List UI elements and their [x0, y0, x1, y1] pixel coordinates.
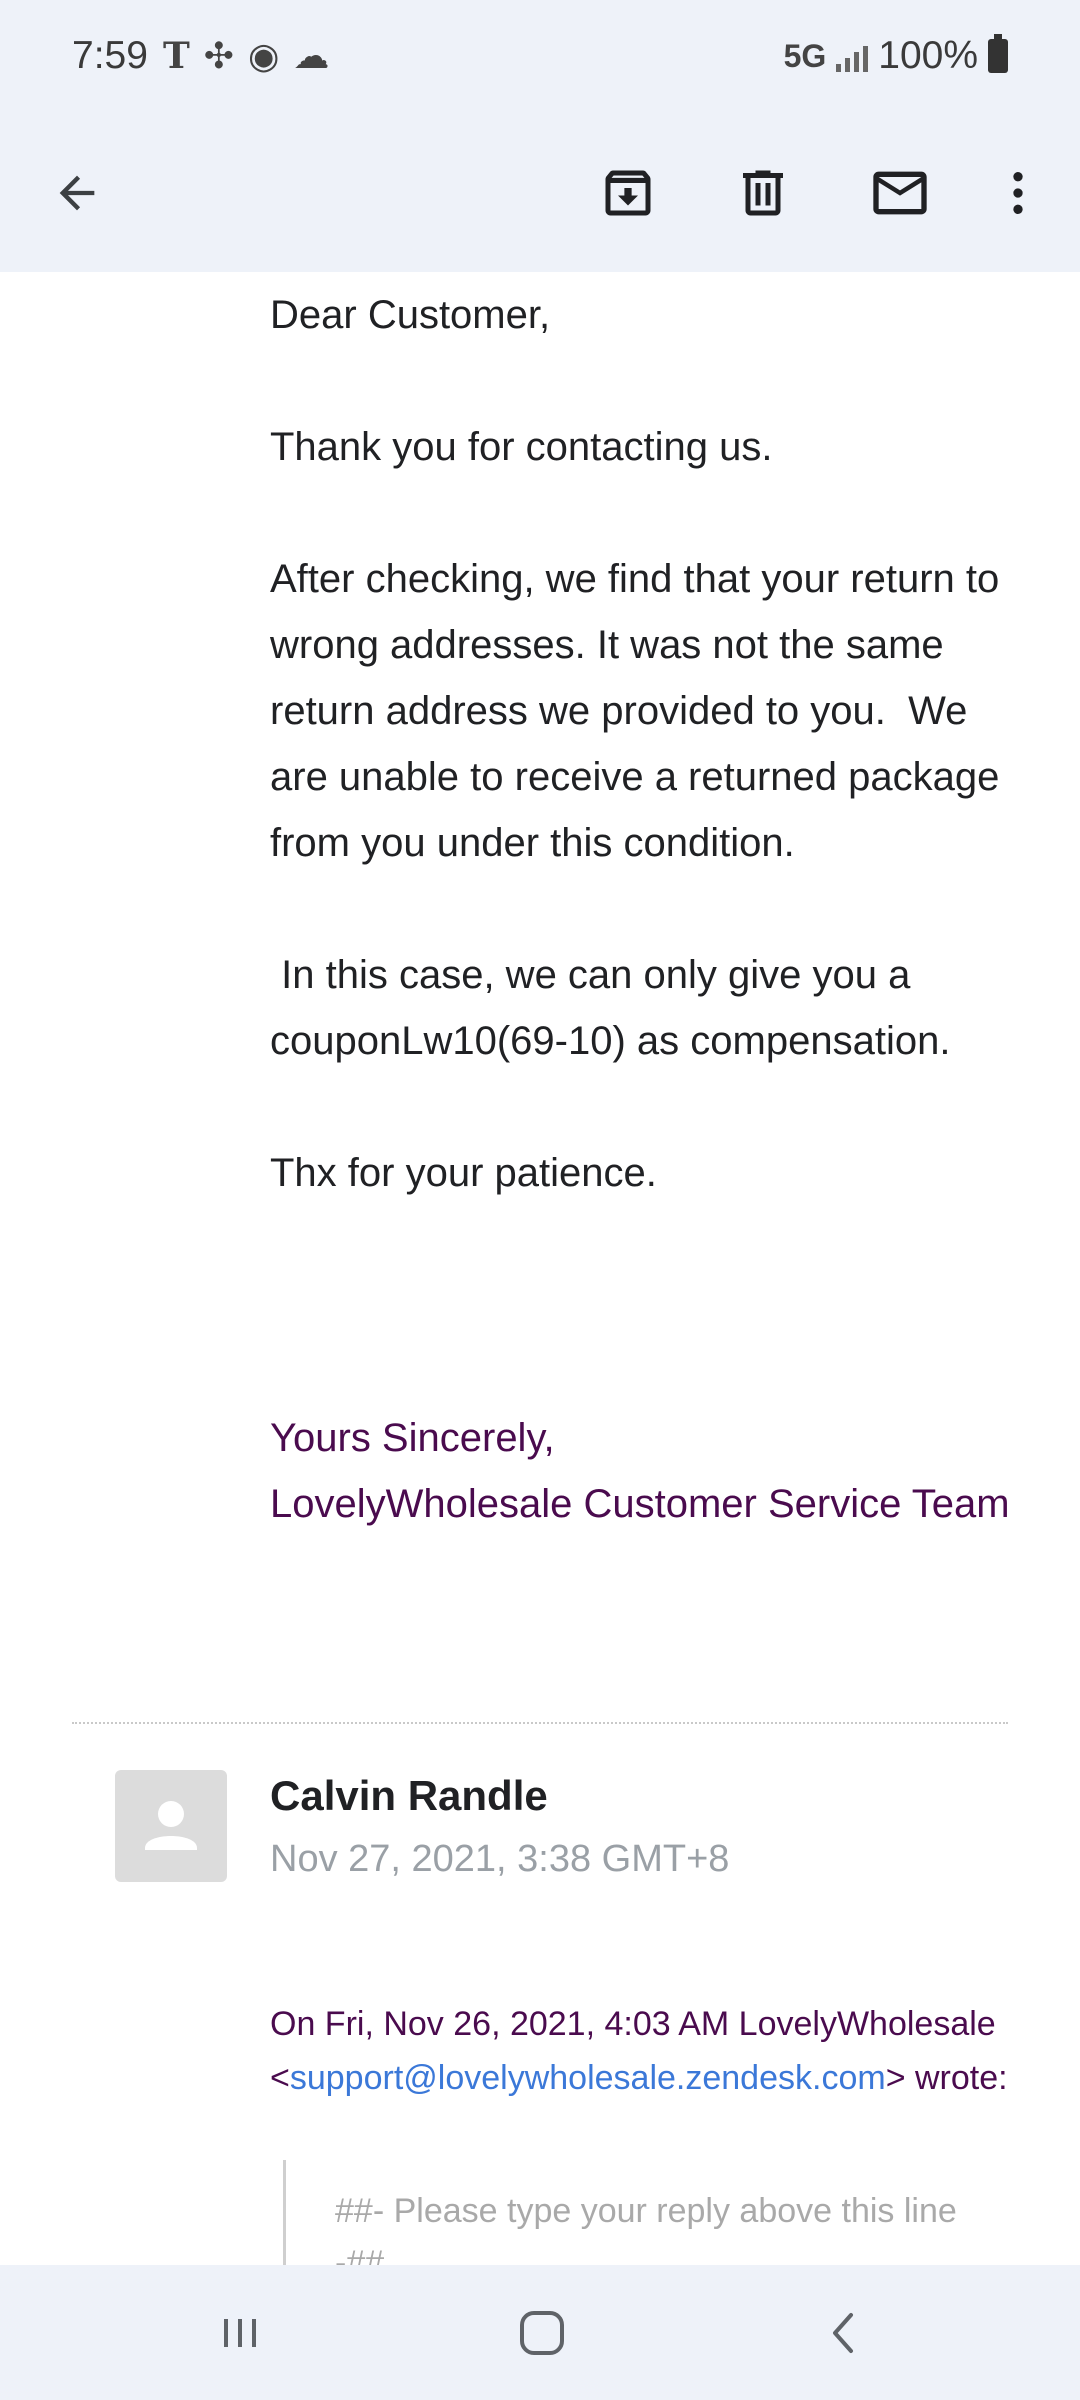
email-signature: Yours Sincerely, LovelyWholesale Custome…	[270, 1405, 1010, 1537]
cloud-icon: ☁	[293, 35, 330, 76]
delete-icon	[743, 170, 783, 216]
body-paragraph: After checking, we find that your return…	[270, 557, 1011, 865]
signature-line: Yours Sincerely,	[270, 1416, 555, 1460]
message-date: Nov 27, 2021, 3:38 GMT+8	[270, 1838, 730, 1880]
status-time: 7:59	[72, 34, 148, 77]
t-mobile-icon: T	[163, 35, 190, 77]
back-arrow-icon	[59, 175, 95, 211]
signal-icon	[836, 40, 869, 72]
quote-intro-suffix: > wrote:	[885, 2059, 1008, 2097]
signature-line: LovelyWholesale Customer Service Team	[270, 1482, 1010, 1526]
quote-intro: On Fri, Nov 26, 2021, 4:03 AM LovelyWhol…	[270, 1997, 1010, 2105]
sender-name[interactable]: Calvin Randle	[270, 1770, 548, 1822]
battery-icon	[988, 34, 1008, 73]
home-button[interactable]	[502, 2293, 582, 2373]
email-link[interactable]: support@lovelywholesale.zendesk.com	[290, 2059, 886, 2097]
chrome-icon: ◉	[247, 35, 280, 76]
body-paragraph: Dear Customer,	[270, 293, 551, 337]
recents-button[interactable]	[200, 2293, 280, 2373]
person-icon	[145, 1801, 197, 1850]
system-nav-bar	[0, 2265, 1080, 2400]
status-bar: 7:59 T ✣ ◉ ☁ 5G 100%	[0, 0, 1080, 115]
home-icon	[520, 2311, 564, 2355]
chevron-left-icon	[833, 2313, 853, 2353]
delete-button[interactable]	[715, 145, 811, 241]
notification-icons: T ✣ ◉ ☁	[163, 34, 329, 78]
email-toolbar	[0, 115, 1080, 272]
battery-percent: 100%	[878, 34, 978, 77]
nav-back-button[interactable]	[805, 2293, 885, 2373]
body-paragraph: Thank you for contacting us.	[270, 425, 773, 469]
more-options-icon	[1013, 172, 1023, 214]
status-right: 5G 100%	[784, 34, 1008, 78]
archive-button[interactable]	[580, 145, 676, 241]
network-type: 5G	[783, 37, 827, 74]
mark-unread-icon	[873, 171, 927, 215]
avatar[interactable]	[115, 1770, 227, 1882]
pinwheel-icon: ✣	[203, 35, 234, 76]
body-paragraph: In this case, we can only give you a cou…	[270, 953, 951, 1063]
more-options-button[interactable]	[970, 145, 1066, 241]
back-button[interactable]	[29, 145, 125, 241]
email-body: Dear Customer, Thank you for contacting …	[270, 282, 1010, 1272]
recents-icon	[224, 2319, 256, 2347]
quote-bar	[283, 2160, 286, 2270]
mark-unread-button[interactable]	[852, 145, 948, 241]
archive-icon	[605, 170, 651, 216]
body-paragraph: Thx for your patience.	[270, 1151, 657, 1195]
message-divider	[72, 1722, 1008, 1724]
quoted-text: ##- Please type your reply above this li…	[335, 2192, 957, 2265]
